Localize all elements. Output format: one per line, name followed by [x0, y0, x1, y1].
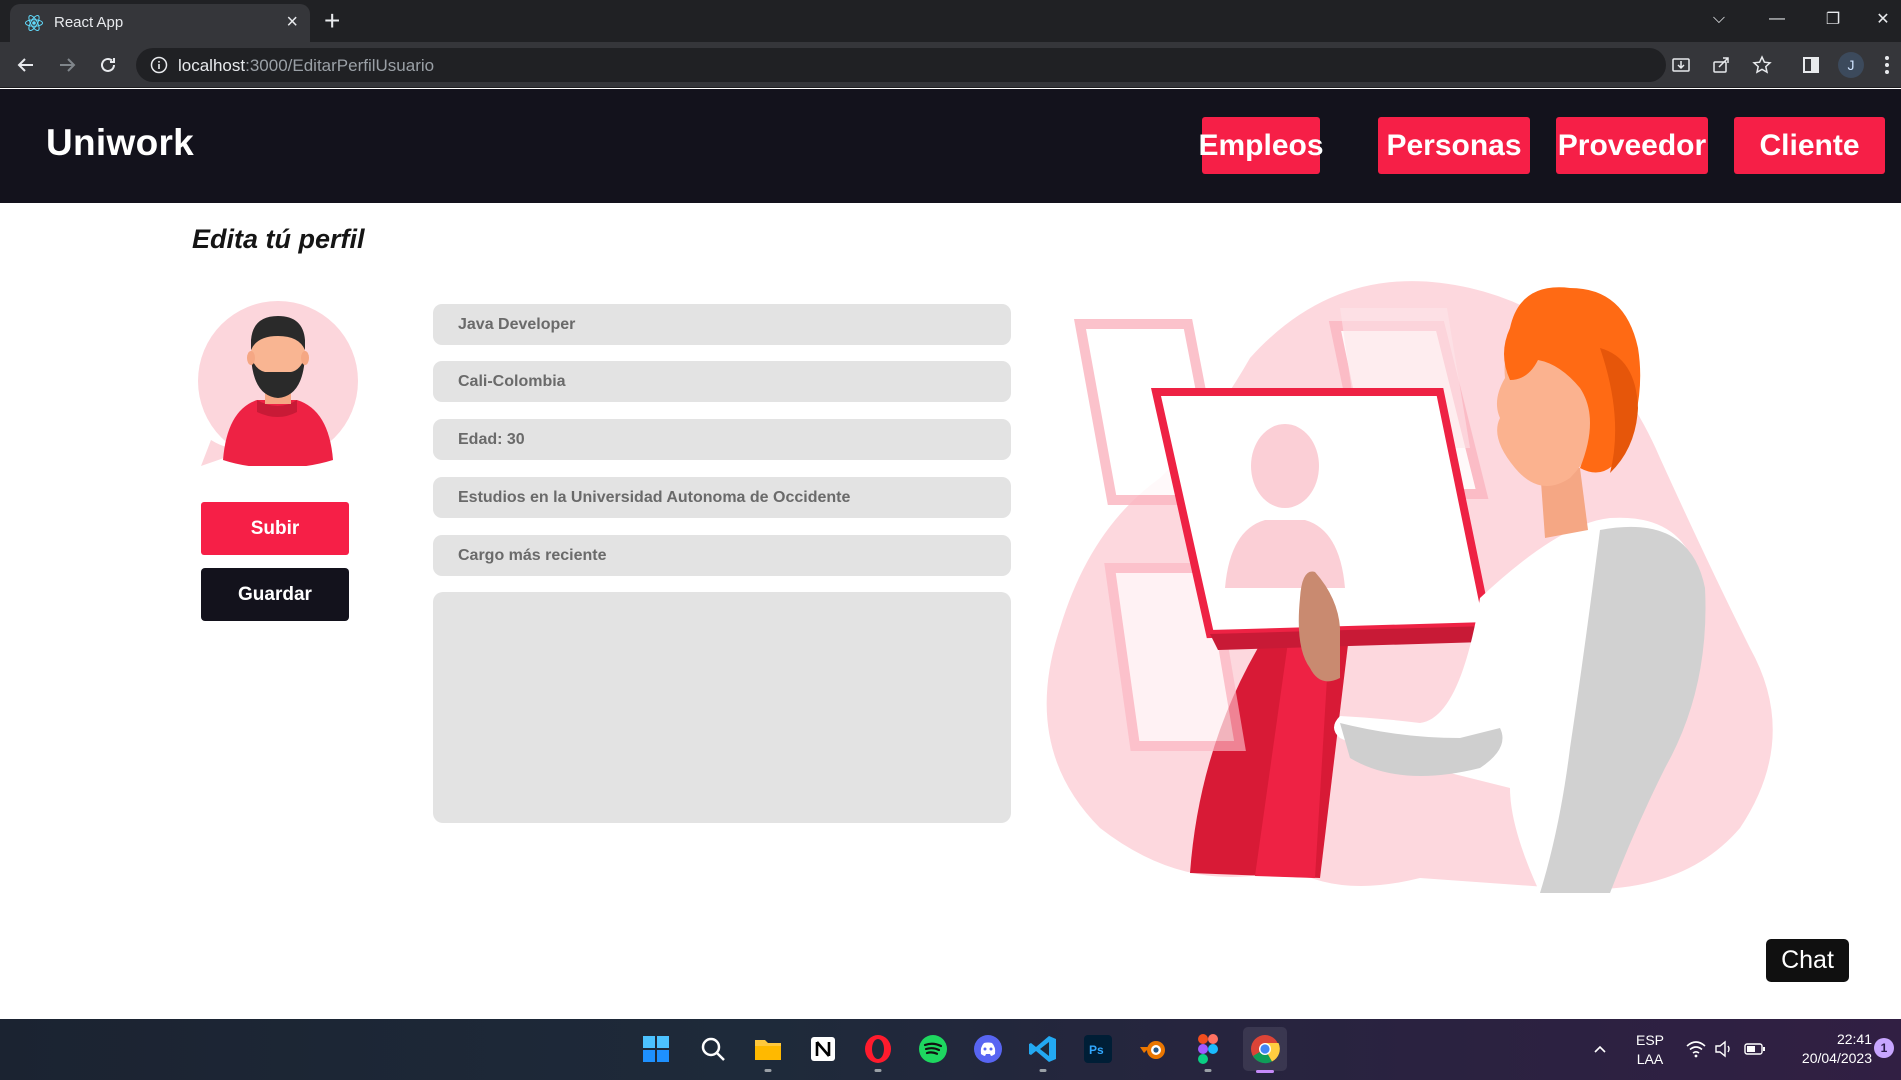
back-icon[interactable]: [10, 49, 42, 81]
tab-title: React App: [54, 14, 124, 31]
education-field[interactable]: Estudios en la Universidad Autonoma de O…: [433, 477, 1011, 518]
url-text: localhost:3000/EditarPerfilUsuario: [178, 56, 435, 75]
more-menu-icon[interactable]: [1884, 55, 1890, 75]
windows-taskbar: Ps ESP LAA 22:41 20/04/2023: [0, 1019, 1901, 1080]
notification-badge[interactable]: 1: [1874, 1038, 1894, 1058]
blender-icon[interactable]: [1136, 1032, 1170, 1066]
brand-logo[interactable]: Uniwork: [46, 122, 194, 164]
browser-tab-strip: React App × + ⌵ — ❐ ✕: [0, 0, 1901, 42]
upload-photo-button[interactable]: Subir: [201, 502, 349, 555]
reload-icon[interactable]: [92, 49, 124, 81]
clock[interactable]: 22:41 20/04/2023: [1780, 1030, 1872, 1068]
site-info-icon[interactable]: [150, 56, 168, 74]
battery-icon[interactable]: [1742, 1032, 1768, 1066]
description-textarea[interactable]: [433, 592, 1011, 823]
age-field[interactable]: Edad: 30: [433, 419, 1011, 460]
profile-avatar-image[interactable]: [197, 300, 359, 466]
chrome-icon[interactable]: [1243, 1027, 1287, 1073]
wifi-icon[interactable]: [1684, 1032, 1708, 1066]
volume-icon[interactable]: [1712, 1032, 1736, 1066]
nav-cliente-button[interactable]: Cliente: [1734, 117, 1885, 174]
spotify-icon[interactable]: [916, 1032, 950, 1066]
notion-icon[interactable]: [806, 1032, 840, 1066]
browser-tab[interactable]: React App ×: [10, 4, 310, 42]
svg-text:Ps: Ps: [1089, 1043, 1104, 1057]
discord-icon[interactable]: [971, 1032, 1005, 1066]
figma-icon[interactable]: [1191, 1032, 1225, 1072]
new-tab-button[interactable]: +: [324, 6, 340, 36]
install-app-icon[interactable]: [1669, 53, 1693, 77]
app-navbar: Uniwork Empleos Personas Proveedor Clien…: [0, 89, 1901, 203]
input-language[interactable]: ESP LAA: [1628, 1031, 1672, 1069]
bookmark-star-icon[interactable]: [1750, 53, 1774, 77]
job-title-field[interactable]: Java Developer: [433, 304, 1011, 345]
location-field[interactable]: Cali-Colombia: [433, 361, 1011, 402]
nav-personas-button[interactable]: Personas: [1378, 117, 1530, 174]
recent-position-field[interactable]: Cargo más reciente: [433, 535, 1011, 576]
opera-icon[interactable]: [861, 1032, 895, 1072]
tab-search-icon[interactable]: ⌵: [1694, 0, 1744, 38]
page-title: Edita tú perfil: [192, 224, 365, 254]
profile-illustration: [1046, 281, 1773, 893]
restore-icon[interactable]: ❐: [1808, 0, 1858, 38]
vscode-icon[interactable]: [1026, 1032, 1060, 1072]
profile-avatar-icon[interactable]: J: [1838, 52, 1864, 78]
minimize-icon[interactable]: —: [1752, 0, 1802, 38]
react-logo-icon: [25, 14, 43, 32]
chat-button[interactable]: Chat: [1766, 939, 1849, 982]
windows-start-icon[interactable]: [639, 1032, 673, 1066]
tab-close-icon[interactable]: ×: [286, 11, 298, 33]
close-window-icon[interactable]: ✕: [1858, 0, 1901, 38]
photoshop-icon[interactable]: Ps: [1081, 1032, 1115, 1066]
browser-toolbar: localhost:3000/EditarPerfilUsuario J: [0, 42, 1901, 88]
nav-proveedor-button[interactable]: Proveedor: [1556, 117, 1708, 174]
nav-empleos-button[interactable]: Empleos: [1198, 117, 1324, 174]
file-explorer-icon[interactable]: [751, 1032, 785, 1072]
show-hidden-icons-chevron-icon[interactable]: [1588, 1032, 1612, 1066]
side-panel-icon[interactable]: [1799, 53, 1823, 77]
forward-icon[interactable]: [51, 49, 83, 81]
share-icon[interactable]: [1709, 53, 1733, 77]
address-bar[interactable]: localhost:3000/EditarPerfilUsuario: [136, 48, 1666, 82]
search-icon[interactable]: [696, 1032, 730, 1066]
save-profile-button[interactable]: Guardar: [201, 568, 349, 621]
